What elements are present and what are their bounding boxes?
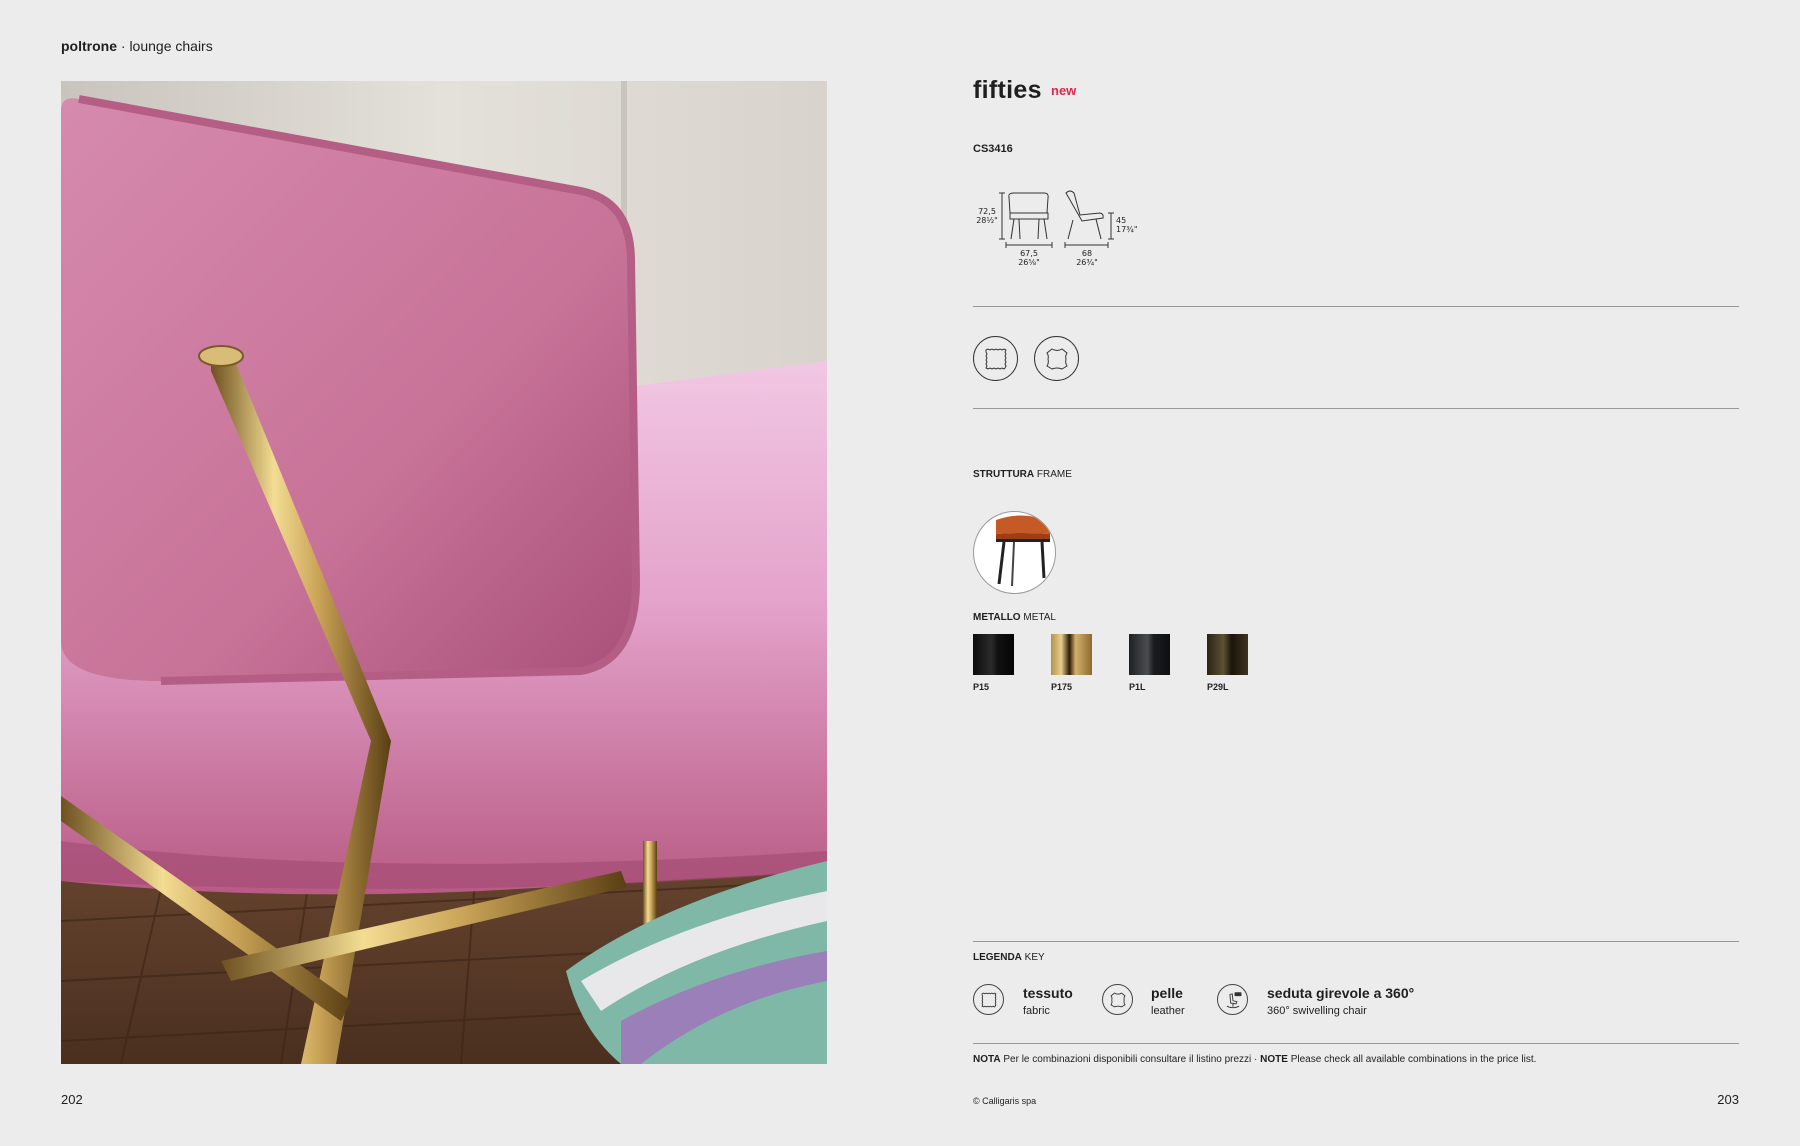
seat-height-cm: 45	[1116, 216, 1127, 225]
section-header: poltrone · lounge chairs	[61, 38, 213, 54]
frame-label-en: FRAME	[1034, 469, 1072, 480]
fabric-icon	[973, 984, 1004, 1015]
frame-label-bold: STRUTTURA	[973, 469, 1035, 480]
divider	[973, 1043, 1739, 1044]
height-in: 28½"	[976, 216, 998, 225]
frame-label: STRUTTURA FRAME	[973, 469, 1072, 480]
swatch-p29l	[1207, 634, 1248, 675]
product-title: fifties	[973, 76, 1042, 104]
product-photo	[61, 81, 827, 1064]
legend-label: LEGENDA KEY	[973, 952, 1045, 963]
metal-label-en: METAL	[1020, 612, 1056, 623]
divider	[973, 408, 1739, 409]
note-text-en: Please check all available combinations …	[1287, 1054, 1537, 1065]
leather-icon	[1034, 336, 1079, 381]
fabric-icon	[973, 336, 1018, 381]
legend-fabric: tessuto	[1023, 985, 1073, 1001]
legend-leather: pelle	[1151, 985, 1183, 1001]
width-cm: 67,5	[1020, 249, 1038, 258]
swatch-p15	[973, 634, 1014, 675]
depth-cm: 68	[1081, 249, 1093, 258]
width-in: 26⅝"	[1018, 258, 1040, 267]
section-title-bold: poltrone	[61, 38, 117, 54]
depth-in: 26¾"	[1076, 258, 1098, 267]
leather-icon	[1102, 984, 1133, 1015]
legend-label-en: KEY	[1021, 952, 1045, 963]
swatch-code: P175	[1051, 682, 1073, 692]
page-number-left: 202	[61, 1092, 83, 1107]
copyright: © Calligaris spa	[973, 1096, 1037, 1106]
legend-label-bold: LEGENDA	[973, 952, 1022, 963]
swivel-360-icon	[1217, 984, 1248, 1015]
page-number-right: 203	[1717, 1092, 1739, 1107]
swatch-code: P15	[973, 682, 990, 692]
swatch-p175	[1051, 634, 1092, 675]
product-code: CS3416	[973, 143, 1013, 155]
swatch-p1l	[1129, 634, 1170, 675]
note-text-it: Per le combinazioni disponibili consulta…	[1000, 1054, 1261, 1065]
legend-swivel: seduta girevole a 360°	[1267, 985, 1415, 1001]
swatch-code: P29L	[1207, 682, 1229, 692]
note-text: NOTA Per le combinazioni disponibili con…	[973, 1054, 1536, 1065]
legend-fabric-en: fabric	[1023, 1005, 1050, 1017]
legend-leather-en: leather	[1151, 1005, 1185, 1017]
dimension-drawings: 72,5 28½" 67,5 26⅝" 68 26¾" 45 17¾"	[970, 183, 1160, 273]
seat-height-in: 17¾"	[1116, 225, 1138, 234]
swatch-code: P1L	[1129, 682, 1146, 692]
legend-swivel-en: 360° swivelling chair	[1267, 1005, 1367, 1017]
note-bold-en: NOTE	[1260, 1054, 1288, 1065]
height-cm: 72,5	[978, 207, 996, 216]
metal-label-bold: METALLO	[973, 612, 1021, 623]
metal-label: METALLO METAL	[973, 612, 1056, 623]
frame-thumbnail	[973, 511, 1056, 594]
new-badge: new	[1051, 83, 1077, 98]
divider	[973, 306, 1739, 307]
section-title-rest: · lounge chairs	[117, 38, 213, 54]
divider	[973, 941, 1739, 942]
note-bold-it: NOTA	[973, 1054, 1001, 1065]
